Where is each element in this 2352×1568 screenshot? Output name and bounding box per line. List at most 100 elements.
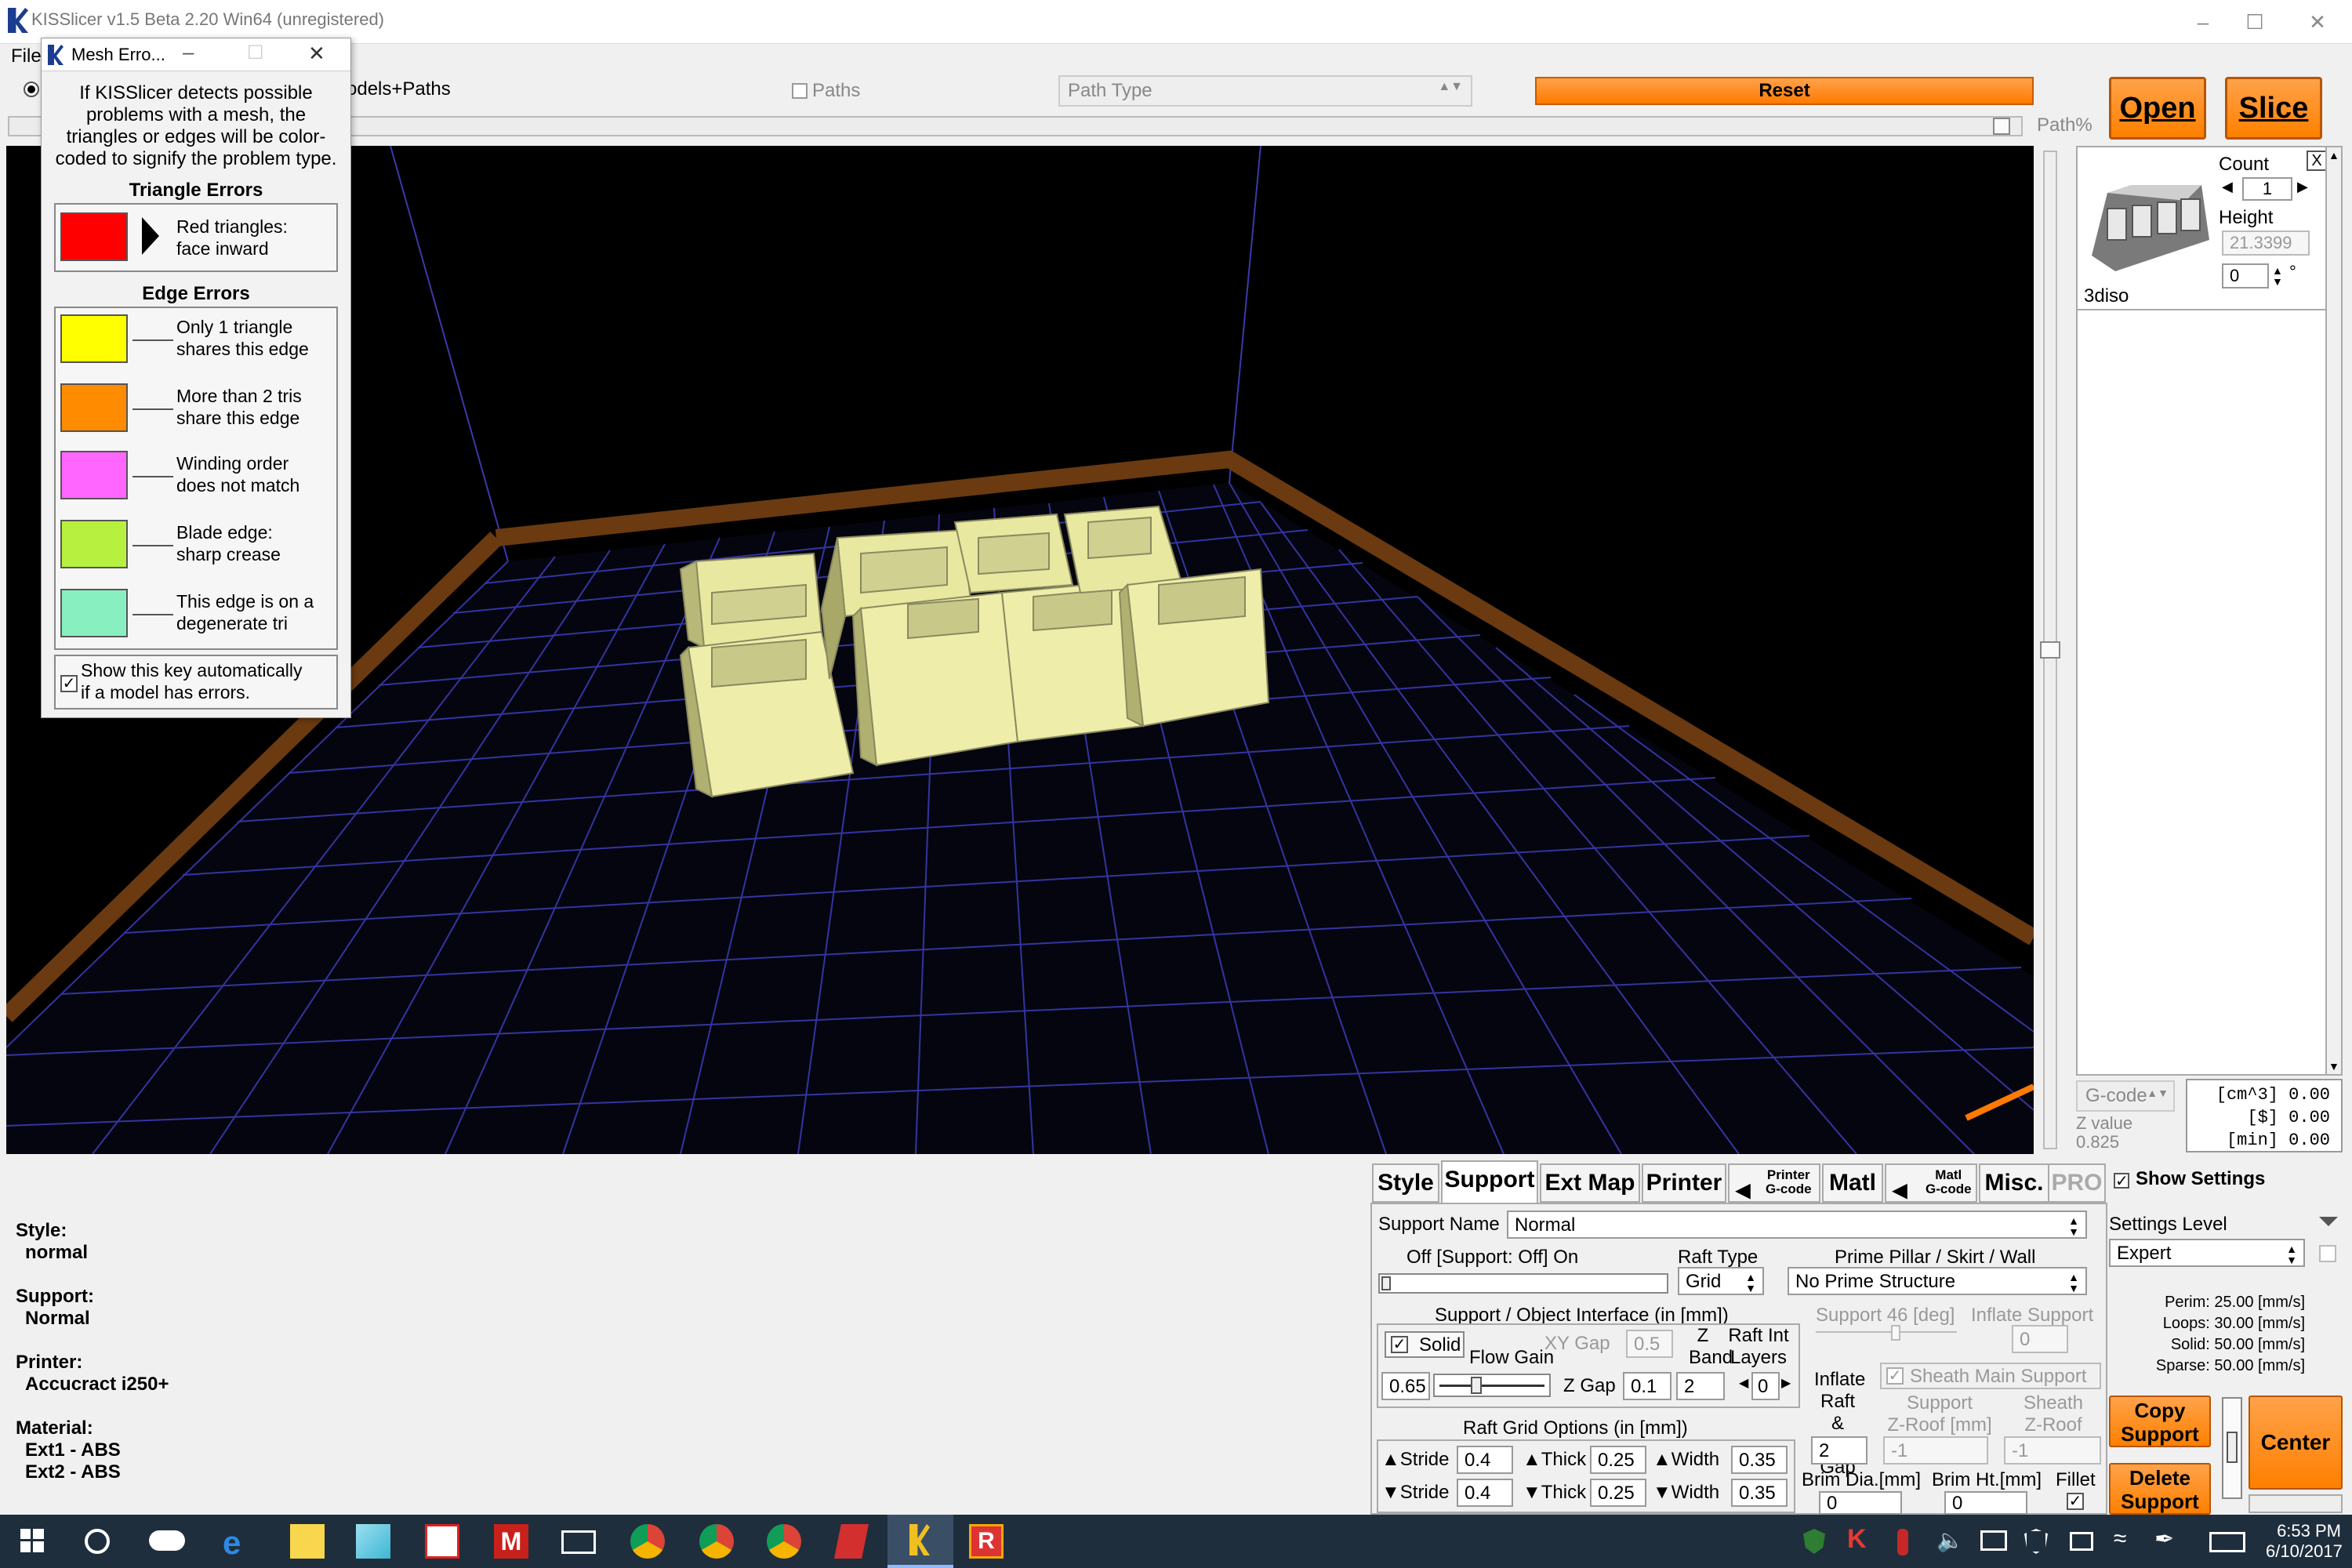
prime-pillar-select[interactable]: No Prime Structure ▲ ▼ bbox=[1788, 1267, 2087, 1295]
solid-toggle[interactable]: ✓ Solid bbox=[1385, 1331, 1465, 1358]
tab-matl[interactable]: Matl bbox=[1822, 1163, 1883, 1203]
tab-ext-map[interactable]: Ext Map bbox=[1540, 1163, 1640, 1203]
rotation-input[interactable]: 0 bbox=[2222, 263, 2269, 289]
tab-printer[interactable]: Printer bbox=[1642, 1163, 1726, 1203]
remove-model-button[interactable]: X bbox=[2307, 151, 2327, 171]
chrome-profile-2-icon[interactable] bbox=[699, 1524, 734, 1559]
sticky-notes-icon[interactable] bbox=[290, 1524, 325, 1559]
chrome-profile-3-icon[interactable] bbox=[767, 1524, 801, 1559]
paths-checkbox[interactable] bbox=[792, 83, 808, 99]
z-band-label: Z Band bbox=[1689, 1325, 1733, 1368]
network-icon[interactable] bbox=[2070, 1532, 2093, 1551]
slice-button[interactable]: Slice bbox=[2225, 77, 2322, 140]
kisslicer-taskbar-button[interactable] bbox=[887, 1515, 953, 1568]
thick-2-input[interactable]: 0.25 bbox=[1590, 1479, 1646, 1507]
file-icon[interactable] bbox=[356, 1524, 390, 1559]
dialog-close-icon[interactable]: ✕ bbox=[308, 42, 325, 66]
thick-1-input[interactable]: 0.25 bbox=[1590, 1446, 1646, 1474]
tab-pro[interactable]: PRO bbox=[2048, 1163, 2106, 1203]
rotation-spin-icon[interactable]: ▲ ▼ bbox=[2272, 265, 2283, 287]
raft-type-select[interactable]: Grid ▲ ▼ bbox=[1678, 1267, 1764, 1295]
show-key-checkbox[interactable]: ✓ bbox=[60, 675, 78, 692]
style-value: normal bbox=[25, 1242, 89, 1263]
onedrive-icon[interactable] bbox=[149, 1530, 185, 1551]
open-button[interactable]: Open bbox=[2109, 77, 2206, 140]
settings-level-checkbox[interactable] bbox=[2319, 1245, 2336, 1262]
cortana-icon[interactable] bbox=[85, 1529, 110, 1554]
support-off-on-slider[interactable] bbox=[1378, 1273, 1668, 1294]
clock[interactable]: 6:53 PM 6/10/2017 bbox=[2266, 1521, 2343, 1562]
minimize-icon[interactable]: – bbox=[2180, 5, 2227, 39]
support-name-select[interactable]: Normal ▲ ▼ bbox=[1507, 1210, 2087, 1239]
z-gap-input[interactable]: 0.1 bbox=[1623, 1372, 1671, 1400]
layer-slider-thumb[interactable] bbox=[2040, 641, 2060, 659]
close-icon[interactable]: ✕ bbox=[2294, 5, 2341, 39]
count-decrement-icon[interactable]: ◀ bbox=[2222, 179, 2233, 195]
width-1-input[interactable]: 0.35 bbox=[1731, 1446, 1788, 1474]
scroll-down-icon[interactable]: ▼ bbox=[2328, 1060, 2339, 1073]
chrome-icon[interactable] bbox=[630, 1524, 665, 1559]
z-band-input[interactable]: 2 bbox=[1676, 1372, 1725, 1400]
mail-envelope-icon[interactable] bbox=[561, 1530, 596, 1554]
copy-support-button[interactable]: Copy Support bbox=[2109, 1396, 2211, 1447]
edge-browser-icon[interactable]: e bbox=[223, 1524, 241, 1562]
support-copy-scroll[interactable] bbox=[2222, 1397, 2242, 1499]
dialog-minimize-icon[interactable]: – bbox=[183, 40, 194, 64]
keyboard-icon[interactable] bbox=[2209, 1532, 2245, 1552]
r-app-icon[interactable]: R bbox=[969, 1524, 1004, 1559]
raft-layers-input[interactable]: 0 bbox=[1751, 1372, 1780, 1400]
count-input[interactable]: 1 bbox=[2242, 177, 2292, 201]
tally-app-icon[interactable] bbox=[425, 1524, 459, 1559]
material-ext1: Ext1 - ABS bbox=[25, 1439, 121, 1461]
settings-level-select[interactable]: Expert ▲ ▼ bbox=[2109, 1239, 2305, 1267]
path-type-select[interactable]: Path Type ▲▼ bbox=[1058, 75, 1472, 107]
width-2-input[interactable]: 0.35 bbox=[1731, 1479, 1788, 1507]
raft-layers-increment-icon[interactable]: ▶ bbox=[1781, 1375, 1791, 1391]
scroll-up-icon[interactable]: ▲ bbox=[2328, 149, 2339, 162]
mail-m-icon[interactable]: M bbox=[494, 1524, 528, 1559]
models-paths-radio[interactable] bbox=[24, 82, 39, 97]
triangle-down-icon: ▼ bbox=[1381, 1482, 1400, 1503]
flow-gain-input[interactable]: 0.65 bbox=[1381, 1372, 1430, 1400]
volume-icon[interactable]: 🔈 bbox=[1936, 1527, 1964, 1553]
stride-2-input[interactable]: 0.4 bbox=[1457, 1479, 1513, 1507]
layer-slider[interactable] bbox=[2038, 146, 2067, 1154]
tab-misc[interactable]: Misc. bbox=[1979, 1163, 2049, 1203]
gcode-select[interactable]: G-code ▲▼ bbox=[2076, 1080, 2175, 1112]
usb-icon[interactable] bbox=[1897, 1529, 1908, 1555]
stride-1-input[interactable]: 0.4 bbox=[1457, 1446, 1513, 1474]
sheath-main-label: Sheath Main Support bbox=[1910, 1366, 2087, 1387]
chevron-down-icon[interactable] bbox=[2319, 1217, 2338, 1226]
model-list-scrollbar[interactable]: ▲ ▼ bbox=[2325, 146, 2343, 1076]
count-increment-icon[interactable]: ▶ bbox=[2297, 179, 2308, 195]
tab-support[interactable]: Support bbox=[1441, 1160, 1538, 1203]
inflate-raft-input[interactable]: 2 bbox=[1811, 1436, 1867, 1465]
tab-printer-gcode[interactable]: ◀ Printer G-code bbox=[1728, 1163, 1820, 1203]
reset-button[interactable]: Reset bbox=[1535, 77, 2034, 105]
center-slider[interactable] bbox=[2249, 1494, 2343, 1513]
wifi-icon[interactable]: ≈ bbox=[2114, 1526, 2126, 1552]
legend-line bbox=[132, 545, 173, 546]
tab-matl-gcode[interactable]: ◀ Matl G-code bbox=[1885, 1163, 1977, 1203]
brim-ht-input[interactable]: 0 bbox=[1944, 1491, 2027, 1515]
center-button[interactable]: Center bbox=[2249, 1396, 2343, 1490]
delete-support-button[interactable]: Delete Support bbox=[2109, 1463, 2211, 1515]
cost-estimate: [$] 0.00 bbox=[2247, 1108, 2330, 1127]
fillet-checkbox[interactable]: ✓ bbox=[2067, 1493, 2084, 1510]
model-thumbnail[interactable] bbox=[2084, 154, 2212, 281]
windows-start-icon[interactable] bbox=[20, 1529, 44, 1552]
display-icon[interactable] bbox=[1980, 1530, 2007, 1551]
kaspersky-icon[interactable]: K bbox=[1847, 1524, 1867, 1555]
maximize-icon[interactable]: ☐ bbox=[2231, 5, 2278, 39]
pen-icon[interactable]: ✒ bbox=[2154, 1526, 2174, 1553]
raft-layers-decrement-icon[interactable]: ◀ bbox=[1739, 1375, 1748, 1391]
flow-gain-slider[interactable] bbox=[1433, 1374, 1551, 1397]
show-settings-checkbox[interactable]: ✓ bbox=[2114, 1173, 2129, 1189]
tab-style[interactable]: Style bbox=[1372, 1163, 1439, 1203]
menu-file[interactable]: File bbox=[11, 45, 42, 67]
brim-dia-input[interactable]: 0 bbox=[1819, 1491, 1902, 1515]
inflate-support-input: 0 bbox=[2012, 1325, 2068, 1353]
slider-thumb[interactable] bbox=[1993, 118, 2010, 135]
stride-1-label: ▲Stride bbox=[1381, 1449, 1450, 1470]
model-name[interactable]: 3diso bbox=[2084, 285, 2129, 307]
